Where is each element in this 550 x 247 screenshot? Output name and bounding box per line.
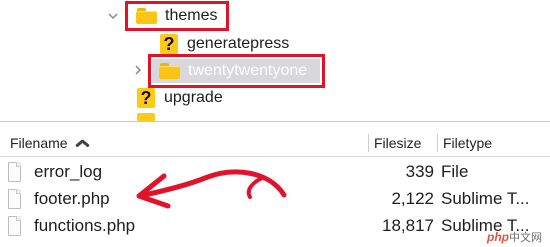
file-list: Filename Filesize Filetype error_log 339… [0, 122, 550, 247]
column-header-filename[interactable]: Filename [10, 135, 88, 151]
file-icon [8, 216, 21, 236]
file-type: File [441, 162, 469, 181]
tree-item-generatepress[interactable]: ? generatepress [160, 32, 289, 56]
highlight-box-themes [125, 1, 229, 31]
file-size: 2,122 [391, 189, 434, 208]
column-header-filesize[interactable]: Filesize [374, 135, 421, 151]
file-size: 339 [405, 162, 434, 181]
watermark: php中文网 [487, 229, 542, 245]
tree-item-label: upgrade [164, 89, 223, 106]
table-row[interactable]: functions.php 18,817 Sublime T... [0, 213, 550, 241]
file-icon [8, 189, 21, 209]
chevron-down-icon[interactable] [108, 11, 118, 21]
table-row[interactable]: footer.php 2,122 Sublime T... [0, 186, 550, 214]
column-header-label: Filename [10, 135, 68, 151]
file-name: functions.php [34, 216, 136, 235]
chevron-right-icon[interactable] [133, 65, 143, 75]
column-separator[interactable] [368, 134, 369, 152]
column-header-filetype[interactable]: Filetype [443, 135, 492, 151]
file-name: error_log [34, 162, 103, 181]
file-icon [8, 162, 21, 182]
highlight-box-twentytwentyone [148, 54, 325, 88]
watermark-suffix: 中文网 [509, 232, 542, 244]
column-separator[interactable] [437, 134, 438, 152]
file-size: 18,817 [382, 216, 434, 235]
file-type: Sublime T... [441, 189, 530, 208]
table-row[interactable]: error_log 339 File [0, 159, 550, 187]
column-header-label: Filesize [374, 135, 422, 151]
tree-item-label: generatepress [187, 35, 290, 52]
unknown-file-icon: ? [137, 88, 155, 108]
directory-tree: themes ? generatepress twentytwentyone ?… [0, 0, 550, 122]
column-header-row: Filename Filesize Filetype [0, 130, 550, 157]
tree-item-upgrade[interactable]: ? upgrade [137, 86, 223, 110]
column-header-label: Filetype [443, 135, 493, 151]
unknown-file-icon: ? [160, 34, 178, 54]
file-name: footer.php [34, 189, 110, 208]
watermark-brand: php [487, 230, 509, 244]
sort-ascending-icon [76, 139, 88, 147]
